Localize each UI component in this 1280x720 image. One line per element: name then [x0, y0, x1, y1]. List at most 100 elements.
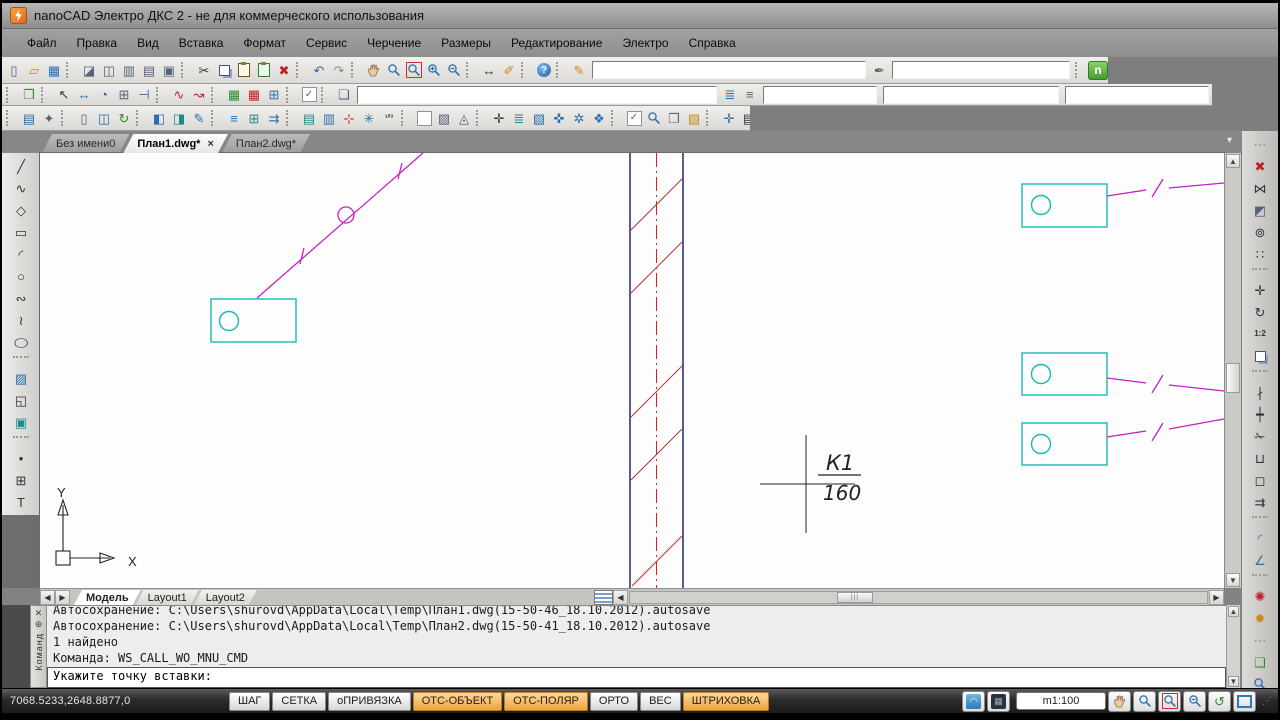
wall[interactable] [629, 153, 684, 588]
cmd-scroll-up-icon[interactable]: ▲ [1228, 606, 1239, 617]
wires-right[interactable] [1106, 178, 1224, 442]
regen-icon[interactable]: ↺ [1208, 690, 1231, 712]
doc-structure-icon[interactable]: ◫ [94, 109, 114, 128]
scroll-down-icon[interactable]: ▼ [1226, 573, 1240, 587]
spec-settings-icon[interactable]: ✦ [39, 109, 59, 128]
grid-settings-icon[interactable]: ⊞ [114, 85, 134, 104]
fixtures-right[interactable] [1021, 183, 1108, 466]
menu-редактирование[interactable]: Редактирование [501, 30, 612, 57]
arc-icon[interactable]: ◜ [9, 243, 33, 265]
quick-command-input[interactable] [592, 61, 867, 79]
wire-lines-icon[interactable]: ≡ [224, 109, 244, 128]
doc-page-icon[interactable]: ▯ [74, 109, 94, 128]
offset-icon[interactable]: ⊚ [1248, 221, 1272, 243]
zoom-in-icon[interactable] [424, 61, 444, 80]
scale-icon[interactable]: 1:2 [1248, 323, 1272, 345]
toolbar-grip[interactable] [6, 86, 15, 103]
layout-tab-layout1[interactable]: Layout1 [136, 590, 199, 605]
drawing-canvas[interactable]: К1 160 Y X [40, 153, 1224, 588]
node-network-icon[interactable]: ✳ [359, 109, 379, 128]
zoom-out-icon[interactable] [444, 61, 464, 80]
spec-db-icon[interactable]: ▤ [19, 109, 39, 128]
toggle-орто[interactable]: ОРТО [589, 691, 639, 711]
center-snap-icon[interactable]: ✛ [719, 109, 739, 128]
revision-cloud-icon[interactable]: ∾ [9, 287, 33, 309]
print-icon[interactable]: ▣ [159, 61, 179, 80]
menu-черчение[interactable]: Черчение [357, 30, 431, 57]
grip-icon[interactable]: ⋯ [1248, 133, 1272, 155]
menubar-grip[interactable] [4, 35, 13, 51]
table-edit-icon[interactable]: ⊞ [264, 85, 284, 104]
erase-icon[interactable]: ✖ [1248, 155, 1272, 177]
doc-tab[interactable]: План1.dwg* × [123, 134, 228, 153]
normcontrol-icon[interactable]: ✓ [299, 85, 319, 104]
explode-text-icon[interactable]: ✹ [1248, 607, 1272, 629]
quick-select-icon[interactable]: ↔ [74, 85, 94, 104]
horizontal-scrollbar[interactable]: ||| [628, 590, 1208, 604]
menu-файл[interactable]: Файл [17, 30, 67, 57]
save-file-icon[interactable]: ▦ [44, 61, 64, 80]
plot-stamp-icon[interactable]: ◪ [79, 61, 99, 80]
script-edit-icon[interactable]: ✎ [569, 61, 589, 80]
net-pages-icon[interactable]: ❐ [664, 109, 684, 128]
break-point-icon[interactable]: ┿ [1248, 403, 1272, 425]
menu-правка[interactable]: Правка [67, 30, 128, 57]
fixture-upper-left[interactable] [210, 298, 297, 343]
break-icon[interactable]: ∤ [1248, 381, 1272, 403]
horizontal-scroll-thumb[interactable]: ||| [836, 591, 873, 603]
menu-электро[interactable]: Электро [612, 30, 678, 57]
zoom-realtime-icon[interactable] [1133, 690, 1156, 712]
edit-marks-icon[interactable]: ✎ [189, 109, 209, 128]
doc-refresh-icon[interactable]: ↻ [114, 109, 134, 128]
trim-icon[interactable]: ✁ [1248, 425, 1272, 447]
circle-icon[interactable]: ○ [9, 265, 33, 287]
copy-icon[interactable] [214, 61, 234, 80]
background-mode-icon[interactable]: ▦ [987, 690, 1010, 712]
join-icon[interactable]: ⊔ [1248, 447, 1272, 469]
rectangle-icon[interactable]: ▭ [9, 221, 33, 243]
net-levels-icon[interactable]: ≣ [509, 109, 529, 128]
erase-icon[interactable]: ✖ [274, 61, 294, 80]
pan-icon[interactable] [364, 61, 384, 80]
vertical-scrollbar[interactable]: ▲ ▼ [1224, 153, 1241, 588]
redo-icon[interactable]: ↷ [329, 61, 349, 80]
sheet-set-icon[interactable]: ❏ [334, 85, 354, 104]
room-height-icon[interactable]: ◬ [454, 109, 474, 128]
toolbar-grip[interactable] [6, 110, 15, 126]
dimension-style-input[interactable] [892, 61, 1070, 79]
zoom-realtime-icon[interactable] [384, 61, 404, 80]
dim-style-icon[interactable]: ✒ [869, 61, 889, 80]
layer-select-input[interactable] [762, 85, 877, 104]
snap-offset-icon[interactable]: ⊣ [134, 85, 154, 104]
menu-размеры[interactable]: Размеры [431, 30, 501, 57]
undo-icon[interactable]: ↶ [309, 61, 329, 80]
net-junction-icon[interactable]: ✛ [489, 109, 509, 128]
page-setup-icon[interactable]: ▤ [139, 61, 159, 80]
find-net-icon[interactable] [644, 109, 664, 128]
scale-select[interactable]: m1:100 [1016, 692, 1106, 710]
grip-icon[interactable]: ⋯ [1248, 629, 1272, 651]
match-properties-icon[interactable]: ◧ [149, 109, 169, 128]
layers-icon[interactable]: ≡ [740, 85, 760, 104]
layer-states-icon[interactable]: ≣ [720, 85, 740, 104]
copy-object-icon[interactable] [1248, 345, 1272, 367]
close-contour-icon[interactable]: ◻ [1248, 469, 1272, 491]
net-paint-icon[interactable]: ▧ [684, 109, 704, 128]
annotate-arc-icon[interactable]: ∿ [169, 85, 189, 104]
zoom-extents-icon[interactable] [1233, 690, 1256, 712]
wire-turn-icon[interactable]: ⇉ [264, 109, 284, 128]
wire-upper-left[interactable] [256, 153, 424, 299]
select-pointer-icon[interactable]: ↖ [54, 85, 74, 104]
measure-distance-icon[interactable]: ↔ [479, 61, 499, 80]
pan-icon[interactable] [1108, 690, 1131, 712]
draft-display-icon[interactable]: ◠ [962, 690, 985, 712]
net-diamond-icon[interactable]: ❖ [589, 109, 609, 128]
zoom-window-icon[interactable] [1158, 690, 1181, 712]
pin-panel-icon[interactable]: ⊕ [35, 619, 43, 630]
toggle-отс-поляр[interactable]: ОТС-ПОЛЯР [504, 691, 588, 711]
menu-формат[interactable]: Формат [233, 30, 296, 57]
rotate-icon[interactable]: ↻ [1248, 301, 1272, 323]
toggle-шаг[interactable]: ШАГ [229, 691, 271, 711]
room-hatch-icon[interactable]: ▨ [434, 109, 454, 128]
equip-list-icon[interactable]: ▤ [299, 109, 319, 128]
